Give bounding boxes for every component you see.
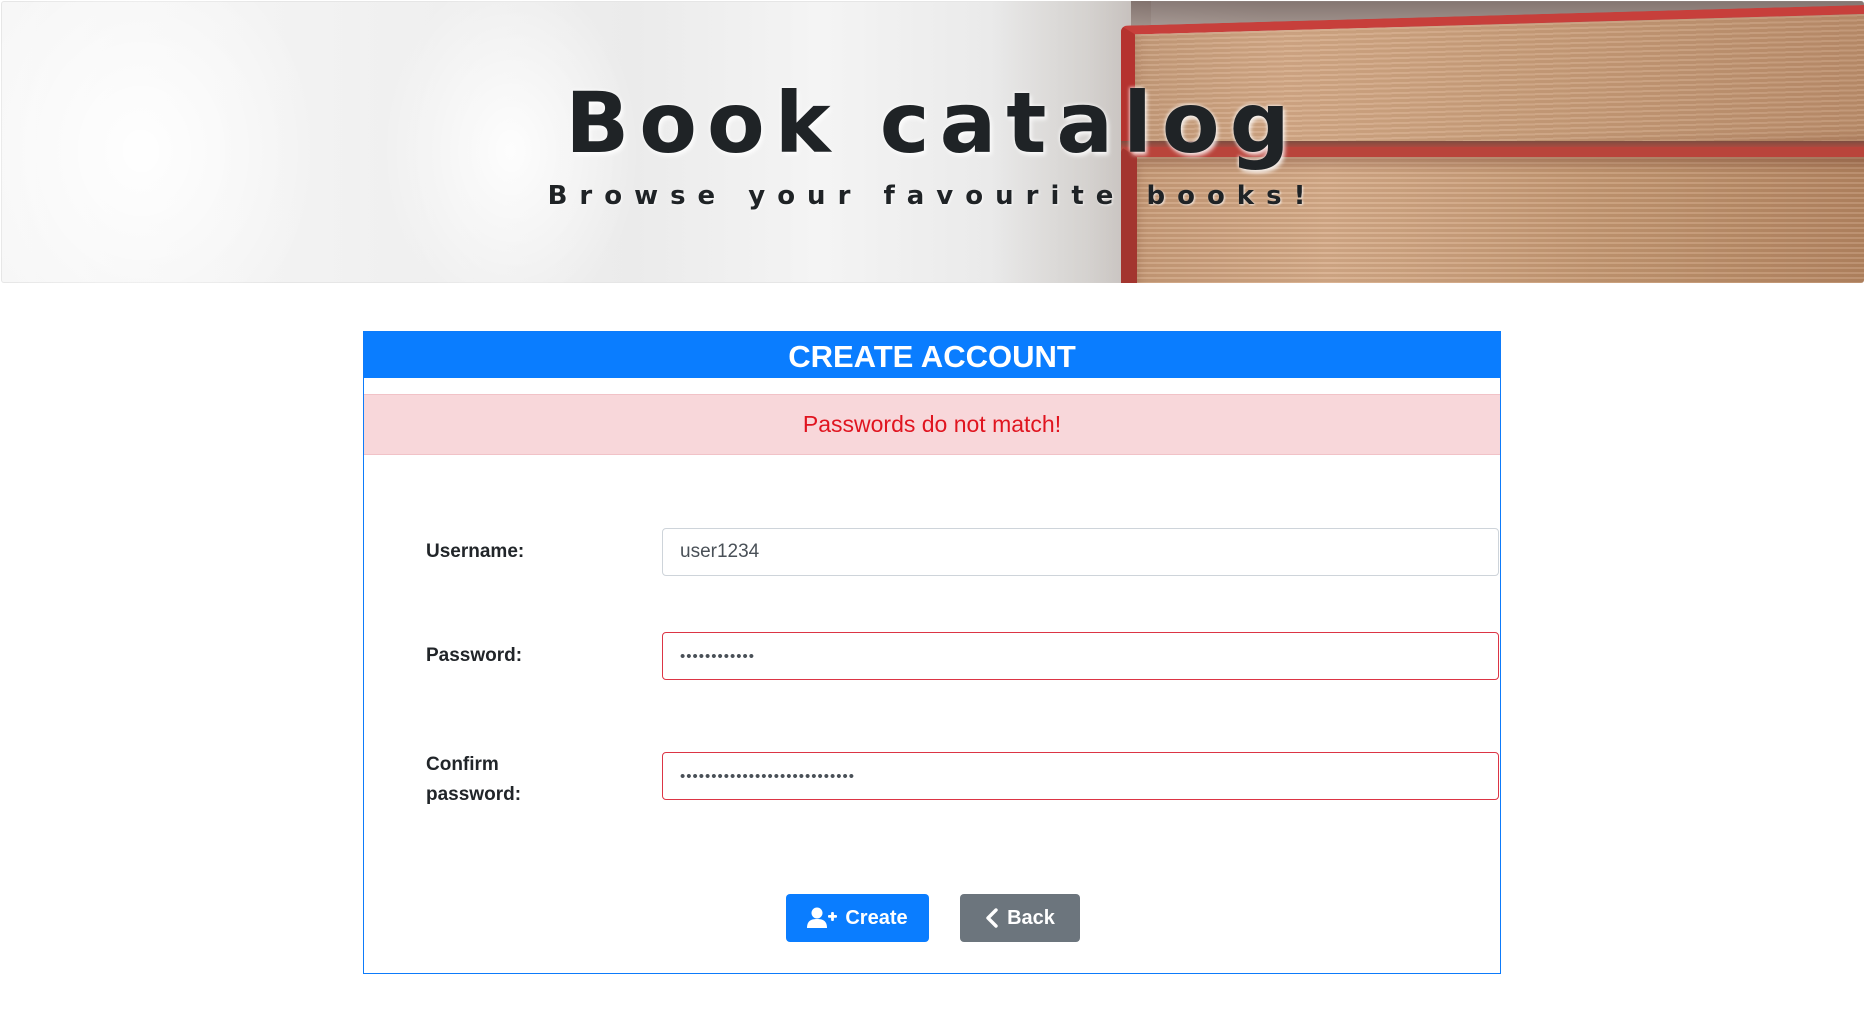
back-button-label: Back: [1007, 906, 1055, 929]
create-button-label: Create: [845, 906, 908, 929]
user-plus-icon: [807, 907, 838, 929]
create-account-card: CREATE ACCOUNT Passwords do not match! U…: [363, 331, 1501, 974]
confirm-password-label-line1: Confirm: [426, 754, 499, 775]
site-title: Book catalog: [565, 74, 1300, 172]
password-label: Password:: [426, 645, 523, 666]
card-title: CREATE ACCOUNT: [364, 332, 1500, 378]
site-subtitle: Browse your favourite books!: [547, 181, 1318, 211]
chevron-left-icon: [985, 908, 999, 928]
confirm-password-label-line2: password:: [426, 784, 522, 805]
confirm-password-label: Confirm password:: [426, 750, 576, 810]
create-button[interactable]: Create: [786, 894, 929, 942]
header-banner: Book catalog Browse your favourite books…: [1, 1, 1864, 283]
back-button[interactable]: Back: [960, 894, 1080, 942]
error-alert: Passwords do not match!: [364, 394, 1500, 455]
confirm-password-input[interactable]: [662, 752, 1499, 800]
username-input[interactable]: [662, 528, 1499, 576]
form-actions: Create Back: [364, 894, 1500, 942]
username-label: Username:: [426, 541, 525, 562]
password-input[interactable]: [662, 632, 1499, 680]
